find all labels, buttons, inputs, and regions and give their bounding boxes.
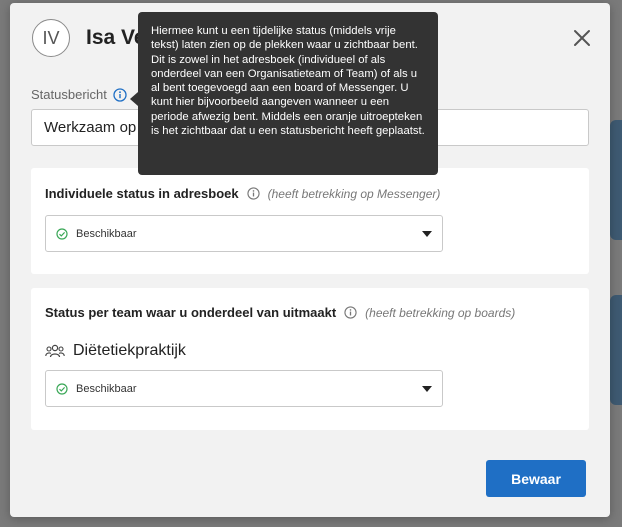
info-icon[interactable] — [344, 306, 357, 319]
save-button[interactable]: Bewaar — [486, 460, 586, 497]
tooltip-arrow — [130, 92, 138, 106]
team-status-title-row: Status per team waar u onderdeel van uit… — [45, 305, 515, 320]
team-name: Diëtetiekpraktijk — [73, 342, 186, 359]
team-status-value: Beschikbaar — [76, 382, 137, 395]
backdrop-accent — [610, 120, 622, 240]
individual-status-select[interactable]: Beschikbaar — [45, 215, 443, 252]
status-info-tooltip: Hiermee kunt u een tijdelijke status (mi… — [138, 12, 438, 175]
individual-status-note: (heeft betrekking op Messenger) — [267, 186, 441, 201]
backdrop-accent — [610, 295, 622, 405]
team-status-card: Status per team waar u onderdeel van uit… — [31, 288, 589, 430]
team-status-title: Status per team waar u onderdeel van uit… — [45, 305, 337, 320]
team-icon — [45, 344, 65, 358]
user-name: Isa Ve — [86, 26, 146, 49]
check-circle-icon — [56, 382, 68, 395]
info-icon[interactable] — [113, 87, 127, 102]
individual-status-value: Beschikbaar — [76, 227, 137, 240]
team-status-note: (heeft betrekking op boards) — [365, 305, 516, 320]
individual-status-title-row: Individuele status in adresboek (heeft b… — [45, 186, 440, 201]
avatar: IV — [32, 19, 70, 57]
caret-down-icon — [422, 385, 432, 392]
info-icon[interactable] — [246, 187, 260, 200]
team-name-row: Diëtetiekpraktijk — [45, 342, 186, 360]
individual-status-card: Individuele status in adresboek (heeft b… — [31, 168, 589, 274]
check-circle-icon — [56, 227, 68, 240]
status-message-label-row: Statusbericht — [31, 87, 127, 102]
caret-down-icon — [422, 230, 432, 237]
status-message-label: Statusbericht — [31, 87, 107, 102]
team-status-select[interactable]: Beschikbaar — [45, 370, 443, 407]
close-icon — [574, 30, 590, 46]
individual-status-title: Individuele status in adresboek — [45, 186, 239, 201]
close-button[interactable] — [570, 26, 594, 50]
